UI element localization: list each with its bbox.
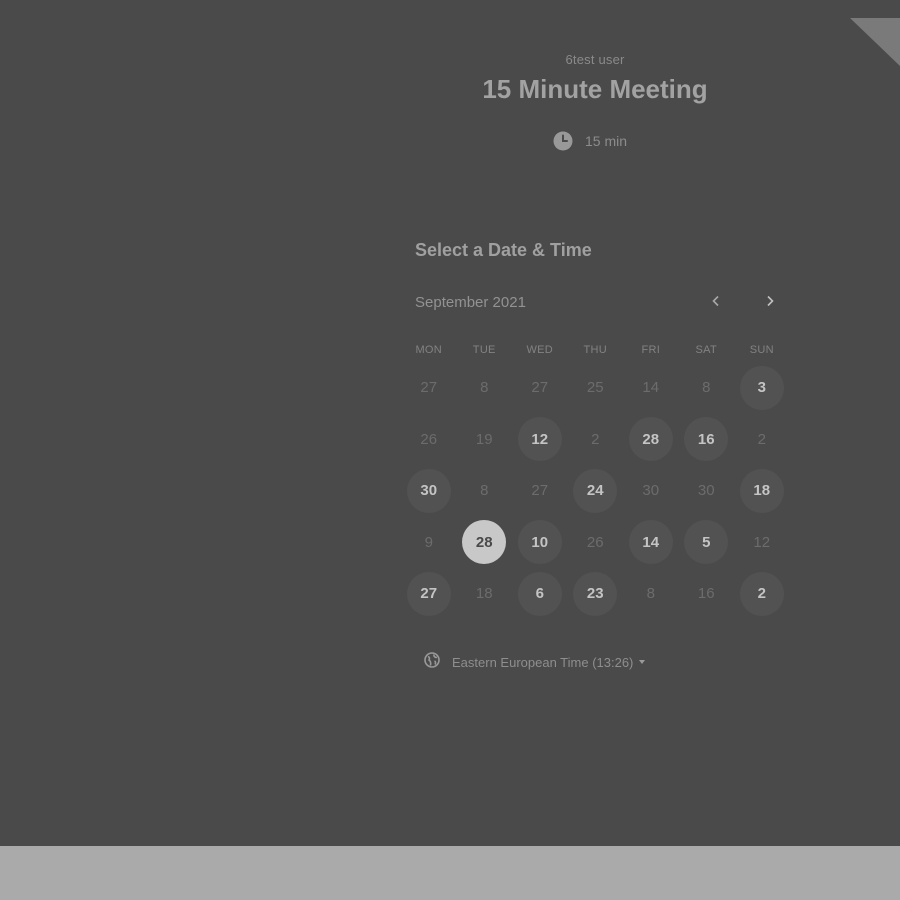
unavailable-date: 8: [480, 379, 489, 397]
unavailable-date: 27: [420, 379, 438, 397]
calendar-cell: 28: [623, 414, 679, 466]
timezone-label: Eastern European Time (13:26): [452, 654, 634, 670]
calendar-cell: 16: [679, 568, 735, 620]
event-title: 15 Minute Meeting: [482, 74, 708, 104]
calendar-cell: 30: [401, 465, 457, 517]
calendar-cell: 18: [457, 568, 513, 620]
calendar-cell: 18: [734, 465, 790, 517]
unavailable-date: 2: [591, 430, 600, 448]
weekday-label: THU: [583, 344, 607, 356]
calendar-cell: 5: [679, 517, 735, 569]
chevron-left-icon: [710, 294, 722, 312]
calendar-cell: 14: [623, 362, 679, 414]
unavailable-date: 30: [642, 482, 660, 500]
unavailable-date: 16: [697, 585, 715, 603]
unavailable-date: 14: [642, 379, 660, 397]
calendar-cell: 2: [734, 414, 790, 466]
calendar-cell: 27: [401, 568, 457, 620]
calendar-cell: 14: [623, 517, 679, 569]
available-date-button[interactable]: 10: [517, 520, 562, 565]
event-duration: 15 min: [553, 130, 627, 152]
next-month-button[interactable]: [759, 292, 781, 314]
calendar-cell: 8: [457, 465, 513, 517]
calendar-cell: 27: [401, 362, 457, 414]
unavailable-date: 27: [531, 482, 549, 500]
unavailable-date: 27: [531, 379, 549, 397]
duration-label: 15 min: [585, 133, 628, 149]
weekday-label: TUE: [472, 344, 496, 356]
calendar-cell: 2: [568, 414, 624, 466]
available-date-button[interactable]: 16: [684, 417, 729, 462]
unavailable-date: 9: [424, 533, 433, 551]
weekday-label: MON: [415, 344, 443, 356]
unavailable-date: 26: [420, 430, 438, 448]
available-date-button[interactable]: 14: [628, 520, 673, 565]
calendar-cell: 6: [512, 568, 568, 620]
calendar-cell: 12: [734, 517, 790, 569]
caret-down-icon: [639, 660, 646, 664]
available-date-button[interactable]: 6: [517, 571, 562, 616]
available-date-button[interactable]: 24: [573, 468, 618, 513]
calendar-cell: 26: [568, 517, 624, 569]
weekday-label: SUN: [749, 344, 774, 356]
calendar-cell: 26: [401, 414, 457, 466]
calendar-cell: 9: [401, 517, 457, 569]
month-label: September 2021: [415, 294, 526, 311]
corner-ribbon[interactable]: [850, 18, 900, 68]
calendar-cell: 10: [512, 517, 568, 569]
booking-page: 6test user 15 Minute Meeting 15 min Sele…: [0, 0, 900, 846]
calendar-cell: 27: [512, 465, 568, 517]
weekday-label: FRI: [641, 344, 661, 356]
calendar-cell: 30: [623, 465, 679, 517]
unavailable-date: 8: [702, 379, 711, 397]
timezone-selector[interactable]: Eastern European Time (13:26): [424, 651, 646, 673]
bottom-bar: [0, 846, 900, 900]
owner-name: 6test user: [565, 52, 625, 67]
month-navigation: September 2021: [415, 292, 785, 314]
chevron-right-icon: [764, 294, 776, 312]
unavailable-date: 25: [586, 379, 604, 397]
calendar-cell: 3: [734, 362, 790, 414]
calendar-cell: 24: [568, 465, 624, 517]
calendar-cell: 23: [568, 568, 624, 620]
calendar-cell: 25: [568, 362, 624, 414]
selected-date-button[interactable]: 28: [462, 520, 507, 565]
calendar-cell: 27: [512, 362, 568, 414]
clock-icon: [553, 131, 573, 151]
calendar-cell: 16: [679, 414, 735, 466]
previous-month-button[interactable]: [705, 292, 727, 314]
calendar-cell: 19: [457, 414, 513, 466]
weekday-label: SAT: [695, 344, 717, 356]
ribbon-triangle: [850, 18, 900, 66]
calendar-grid: 27 8 27 25 14 8 3 26 19 12 2 28 16 2 30 8 27 24 30 30 18 9 28 1…: [401, 362, 790, 620]
available-date-button[interactable]: 23: [573, 571, 618, 616]
unavailable-date: 2: [757, 430, 766, 448]
unavailable-date: 26: [586, 533, 604, 551]
unavailable-date: 12: [753, 533, 771, 551]
calendar-cell: 2: [734, 568, 790, 620]
unavailable-date: 30: [697, 482, 715, 500]
unavailable-date: 19: [475, 430, 493, 448]
calendar-cell: 8: [623, 568, 679, 620]
available-date-button[interactable]: 28: [628, 417, 673, 462]
calendar-cell: 12: [512, 414, 568, 466]
available-date-button[interactable]: 12: [517, 417, 562, 462]
available-date-button[interactable]: 2: [739, 571, 784, 616]
available-date-button[interactable]: 27: [406, 571, 451, 616]
unavailable-date: 8: [646, 585, 655, 603]
calendar-cell: 8: [679, 362, 735, 414]
globe-icon: [424, 651, 440, 673]
available-date-button[interactable]: 5: [684, 520, 729, 565]
weekday-label: WED: [526, 344, 554, 356]
calendar-cell: 28: [457, 517, 513, 569]
unavailable-date: 8: [480, 482, 489, 500]
scheduler-title: Select a Date & Time: [415, 240, 592, 260]
available-date-button[interactable]: 3: [739, 365, 784, 410]
available-date-button[interactable]: 30: [406, 468, 451, 513]
weekday-header: MON TUE WED THU FRI SAT SUN: [401, 344, 790, 356]
available-date-button[interactable]: 18: [739, 468, 784, 513]
calendar-cell: 30: [679, 465, 735, 517]
calendar-cell: 8: [457, 362, 513, 414]
unavailable-date: 18: [475, 585, 493, 603]
